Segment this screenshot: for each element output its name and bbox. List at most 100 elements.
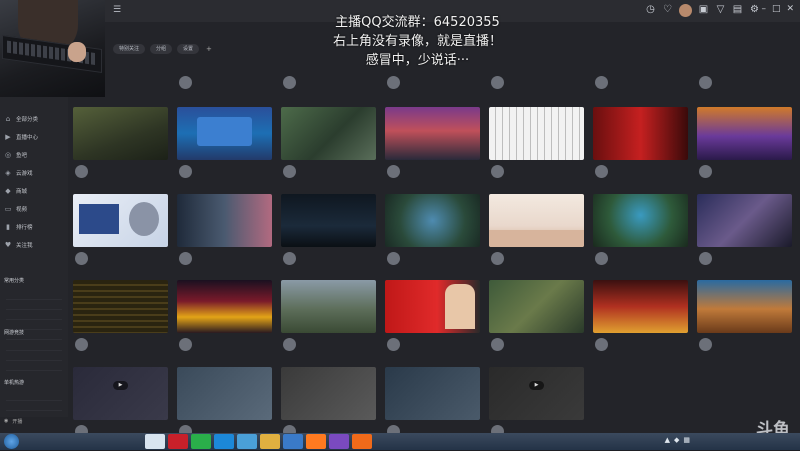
close-icon[interactable]: ✕ bbox=[786, 4, 794, 14]
taskbar-apps bbox=[145, 434, 372, 449]
stream-card[interactable] bbox=[177, 107, 272, 191]
stream-thumbnail[interactable] bbox=[281, 107, 376, 160]
stream-card[interactable] bbox=[697, 194, 792, 278]
stream-notice: 主播QQ交流群：64520355 右上角没有录像，就是直播！ 感冒中，少说话··… bbox=[325, 13, 510, 70]
stream-thumbnail[interactable] bbox=[593, 107, 688, 160]
avatar bbox=[179, 252, 192, 265]
stream-card[interactable] bbox=[489, 280, 584, 364]
stream-card[interactable] bbox=[385, 194, 480, 278]
play-button[interactable]: ▶ bbox=[112, 381, 129, 390]
stream-card[interactable] bbox=[697, 107, 792, 191]
stream-card[interactable] bbox=[281, 194, 376, 278]
video-thumbnail[interactable] bbox=[385, 367, 480, 420]
stream-thumbnail[interactable] bbox=[593, 194, 688, 247]
avatar[interactable] bbox=[679, 4, 692, 17]
keyboard-icon[interactable]: ▦ bbox=[683, 436, 690, 444]
shirt-icon[interactable]: ▽ bbox=[715, 4, 726, 15]
stream-thumbnail[interactable] bbox=[697, 194, 792, 247]
stream-thumbnail[interactable] bbox=[177, 107, 272, 160]
stream-card[interactable] bbox=[593, 107, 688, 191]
stream-card[interactable] bbox=[385, 107, 480, 191]
sidebar-item-label: 商城 bbox=[16, 189, 28, 195]
stream-thumbnail[interactable] bbox=[489, 280, 584, 333]
stream-thumbnail[interactable] bbox=[489, 194, 584, 247]
stream-card[interactable] bbox=[281, 107, 376, 191]
video-thumbnail[interactable] bbox=[281, 367, 376, 420]
window-controls: – □ ✕ bbox=[761, 4, 794, 14]
stream-thumbnail[interactable] bbox=[385, 194, 480, 247]
network-icon[interactable]: ▲ bbox=[665, 436, 670, 444]
box-icon[interactable]: ▤ bbox=[732, 4, 743, 15]
cloud-icon[interactable] bbox=[283, 434, 303, 449]
stream-thumbnail[interactable] bbox=[385, 280, 480, 333]
chat-icon[interactable] bbox=[237, 434, 257, 449]
play-button[interactable]: ▶ bbox=[528, 381, 545, 390]
clock-icon[interactable]: ◷ bbox=[645, 4, 656, 15]
stream-thumbnail[interactable] bbox=[73, 280, 168, 333]
filter-chip[interactable]: 分组 bbox=[150, 44, 173, 54]
stream-thumbnail[interactable] bbox=[177, 280, 272, 333]
sidebar-item-rank[interactable]: ▮ 排行榜 bbox=[4, 220, 32, 234]
sidebar-item-cloud-game[interactable]: ◈ 云游戏 bbox=[4, 166, 32, 180]
wechat-icon[interactable] bbox=[191, 434, 211, 449]
sidebar-item-all[interactable]: ⌂ 全部分类 bbox=[4, 112, 38, 126]
gear-icon[interactable]: ⚙ bbox=[749, 4, 760, 15]
minimize-icon[interactable]: – bbox=[761, 4, 766, 14]
stream-thumbnail[interactable] bbox=[385, 107, 480, 160]
stream-thumbnail[interactable] bbox=[73, 194, 168, 247]
game-icon[interactable] bbox=[329, 434, 349, 449]
stream-card[interactable] bbox=[73, 194, 168, 278]
avatar bbox=[595, 165, 608, 178]
sidebar-item-fish[interactable]: ◎ 鱼吧 bbox=[4, 148, 27, 162]
stream-card[interactable] bbox=[697, 280, 792, 364]
sidebar-item-follow[interactable]: ♥ 关注我 bbox=[4, 238, 33, 252]
stream-thumbnail[interactable] bbox=[697, 280, 792, 333]
filter-chip[interactable]: 设置 bbox=[177, 44, 200, 54]
cart-icon: ◆ bbox=[5, 187, 11, 195]
stream-card[interactable] bbox=[593, 280, 688, 364]
stream-thumbnail[interactable] bbox=[697, 107, 792, 160]
heart-icon[interactable]: ♡ bbox=[662, 4, 673, 15]
video-thumbnail[interactable]: ▶ bbox=[73, 367, 168, 420]
avatar bbox=[387, 338, 400, 351]
maximize-icon[interactable]: □ bbox=[772, 4, 781, 14]
video-thumbnail[interactable]: ▶ bbox=[489, 367, 584, 420]
sidebar-item-video[interactable]: ▭ 视频 bbox=[4, 202, 27, 216]
stream-card[interactable] bbox=[489, 194, 584, 278]
stream-thumbnail[interactable] bbox=[593, 280, 688, 333]
sidebar-item-live[interactable]: ▶ 直播中心 bbox=[4, 130, 38, 144]
stream-thumbnail[interactable] bbox=[489, 107, 584, 160]
filter-chip[interactable]: 特别关注 bbox=[113, 44, 146, 54]
folder-icon[interactable] bbox=[260, 434, 280, 449]
gift-icon[interactable]: ▣ bbox=[698, 4, 709, 15]
stream-card[interactable] bbox=[73, 107, 168, 191]
qq-icon[interactable] bbox=[214, 434, 234, 449]
avatar bbox=[387, 252, 400, 265]
sidebar-item-shop[interactable]: ◆ 商城 bbox=[4, 184, 27, 198]
live-icon: ▶ bbox=[5, 133, 11, 141]
netease-icon[interactable] bbox=[168, 434, 188, 449]
start-stream-button[interactable]: ◉ 开播 bbox=[4, 418, 22, 425]
stream-thumbnail[interactable] bbox=[281, 280, 376, 333]
category-list bbox=[6, 341, 62, 371]
douyu-icon[interactable] bbox=[306, 434, 326, 449]
stream-thumbnail[interactable] bbox=[281, 194, 376, 247]
stream-card[interactable] bbox=[177, 280, 272, 364]
stream-thumbnail[interactable] bbox=[73, 107, 168, 160]
app-icon[interactable] bbox=[145, 434, 165, 449]
stream-thumbnail[interactable] bbox=[177, 194, 272, 247]
windows-start-icon[interactable] bbox=[4, 434, 19, 449]
stream-card[interactable] bbox=[281, 280, 376, 364]
menu-icon[interactable]: ☰ bbox=[113, 5, 123, 15]
add-filter-button[interactable]: + bbox=[204, 44, 214, 54]
avatar bbox=[179, 338, 192, 351]
douyu-app-icon[interactable] bbox=[352, 434, 372, 449]
volume-icon[interactable]: ◆ bbox=[674, 436, 679, 444]
stream-card[interactable] bbox=[385, 280, 480, 364]
stream-card[interactable] bbox=[73, 280, 168, 364]
stream-card[interactable] bbox=[593, 194, 688, 278]
stream-card[interactable] bbox=[177, 194, 272, 278]
sidebar-item-label: 直播中心 bbox=[16, 135, 39, 141]
stream-card[interactable] bbox=[489, 107, 584, 191]
video-thumbnail[interactable] bbox=[177, 367, 272, 420]
